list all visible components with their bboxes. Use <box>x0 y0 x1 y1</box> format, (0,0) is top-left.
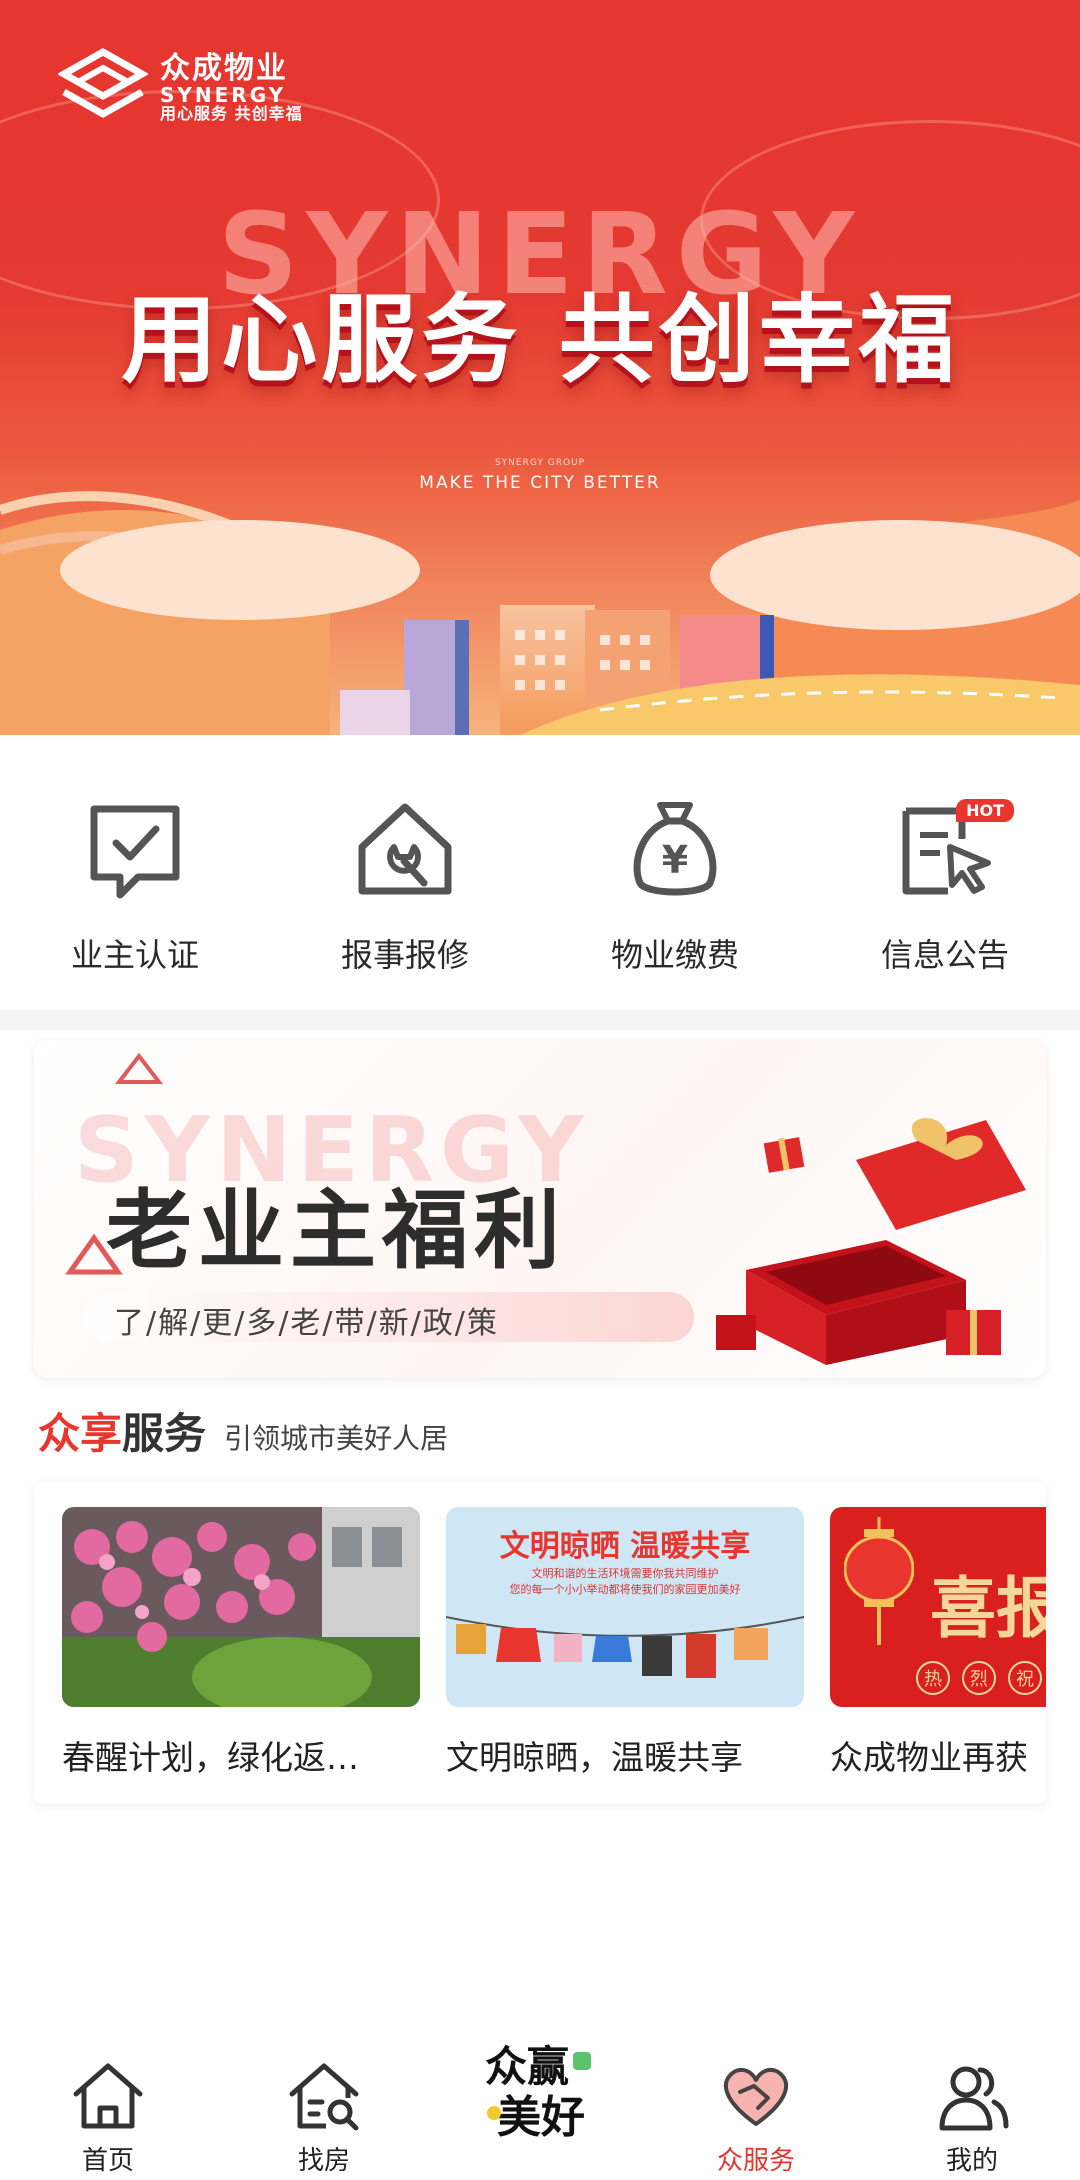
card-image-big-text: 喜报 <box>930 1570 1046 1647</box>
card-title: 春醒计划，绿化返… <box>62 1738 359 1777</box>
section-title-dark: 服务 <box>122 1409 207 1458</box>
quick-item-repair-report[interactable]: 报事报修 <box>270 745 540 1010</box>
tab-zhong-service[interactable]: 众服务 <box>648 2040 864 2180</box>
triangle-decoration-icon <box>114 1052 164 1084</box>
card-title: 文明晾晒，温暖共享 <box>446 1738 743 1777</box>
card-image-badge: 烈 <box>962 1661 996 1695</box>
service-card[interactable]: 春醒计划，绿化返… <box>62 1507 420 1779</box>
lantern-icon <box>844 1517 914 1645</box>
quick-item-announcements[interactable]: HOT 信息公告 <box>810 745 1080 1010</box>
quick-item-property-fee[interactable]: ¥ 物业缴费 <box>540 745 810 1010</box>
hero-small-text: SYNERGY GROUP <box>494 458 586 468</box>
promo-banner[interactable]: SYNERGY 老业主福利 了/解/更/多/老/带/新/政/策 <box>34 1040 1046 1378</box>
quick-item-owner-verify[interactable]: 业主认证 <box>0 745 270 1010</box>
users-icon <box>939 2066 1009 2131</box>
center-logo-text: 众赢 <box>485 2042 570 2091</box>
service-card-carousel[interactable]: 春醒计划，绿化返… 文明晾晒 温暖共享 文明和谐的生活环境需要你我共同维护 您的… <box>34 1482 1046 1804</box>
card-title: 众成物业再获 <box>830 1738 1028 1777</box>
tab-label: 我的 <box>945 2146 998 2176</box>
card-image-line: 文明和谐的生活环境需要你我共同维护 <box>531 1567 719 1580</box>
heart-handshake-icon <box>723 2068 789 2126</box>
zhongying-meihao-logo: 众赢 美好 <box>485 2046 595 2156</box>
tab-center-logo[interactable]: 众赢 美好 <box>432 2040 648 2180</box>
tab-home[interactable]: 首页 <box>0 2040 216 2180</box>
card-image-laundry: 文明晾晒 温暖共享 文明和谐的生活环境需要你我共同维护 您的每一个小小举动都将使… <box>446 1507 804 1707</box>
section-header: 众享服务 引领城市美好人居 <box>38 1400 448 1461</box>
hero-banner[interactable]: 众成物业 SYNERGY 用心服务 共创幸福 SYNERGY 用心服务 共创幸福… <box>0 0 1080 735</box>
card-image-blossom <box>62 1507 420 1707</box>
center-logo-text: 美好 <box>497 2092 585 2143</box>
svg-text:¥: ¥ <box>662 838 688 882</box>
plus-mark-icon <box>573 2052 591 2070</box>
card-image-badge: 热 <box>916 1661 950 1695</box>
notice-cursor-icon: HOT <box>890 795 1014 905</box>
house-search-icon <box>289 2063 359 2131</box>
hero-city-illustration <box>0 491 1080 735</box>
section-title-red: 众享 <box>38 1409 123 1458</box>
clothesline-illustration <box>446 1616 804 1678</box>
promo-subtitle: 了/解/更/多/老/带/新/政/策 <box>114 1306 499 1341</box>
card-image-badge: 祝 <box>1008 1661 1042 1695</box>
home-icon <box>73 2063 143 2129</box>
tab-label: 找房 <box>297 2146 350 2176</box>
service-card[interactable]: 文明晾晒 温暖共享 文明和谐的生活环境需要你我共同维护 您的每一个小小举动都将使… <box>446 1507 804 1779</box>
section-title: 众享服务 <box>38 1400 206 1461</box>
dot-mark-icon <box>487 2106 501 2120</box>
brand-slogan: 用心服务 共创幸福 <box>160 103 303 123</box>
brand-logo: 众成物业 SYNERGY 用心服务 共创幸福 <box>58 48 303 128</box>
quick-item-label: 业主认证 <box>70 936 199 974</box>
card-image-heading: 文明晾晒 温暖共享 <box>499 1529 751 1564</box>
tab-label: 众服务 <box>716 2146 795 2176</box>
gift-box-icon <box>716 1118 1026 1365</box>
tab-label: 首页 <box>81 2146 134 2176</box>
card-image-badges: 热 烈 祝 <box>916 1661 1042 1695</box>
quick-item-label: 物业缴费 <box>610 936 739 974</box>
chat-check-icon <box>90 805 180 899</box>
quick-item-label: 信息公告 <box>880 936 1009 974</box>
hero-headline: 用心服务 共创幸福 <box>121 284 959 396</box>
brand-name-cn: 众成物业 <box>160 51 288 87</box>
hot-badge: HOT <box>956 799 1014 822</box>
tab-mine[interactable]: 我的 <box>864 2040 1080 2180</box>
brand-name-en: SYNERGY <box>160 82 287 107</box>
card-image-good-news: 喜报 热 烈 祝 <box>830 1507 1046 1707</box>
promo-title: 老业主福利 <box>106 1181 566 1281</box>
service-card[interactable]: 喜报 热 烈 祝 众成物业再获 <box>830 1507 1046 1779</box>
tab-find-house[interactable]: 找房 <box>216 2040 432 2180</box>
house-wrench-icon <box>358 803 452 895</box>
quick-menu: 业主认证 报事报修 ¥ 物业缴费 HOT 信息公告 <box>0 745 1080 1010</box>
quick-item-label: 报事报修 <box>340 936 469 974</box>
card-image-line: 您的每一个小小举动都将使我们的家园更加美好 <box>509 1583 741 1596</box>
money-bag-icon: ¥ <box>633 802 717 896</box>
section-subtitle: 引领城市美好人居 <box>224 1422 449 1455</box>
section-divider <box>0 1010 1080 1030</box>
bottom-tab-bar: 首页 找房 众赢 美好 众服务 我的 <box>0 2040 1080 2180</box>
brand-logo-mark-icon <box>58 48 148 119</box>
